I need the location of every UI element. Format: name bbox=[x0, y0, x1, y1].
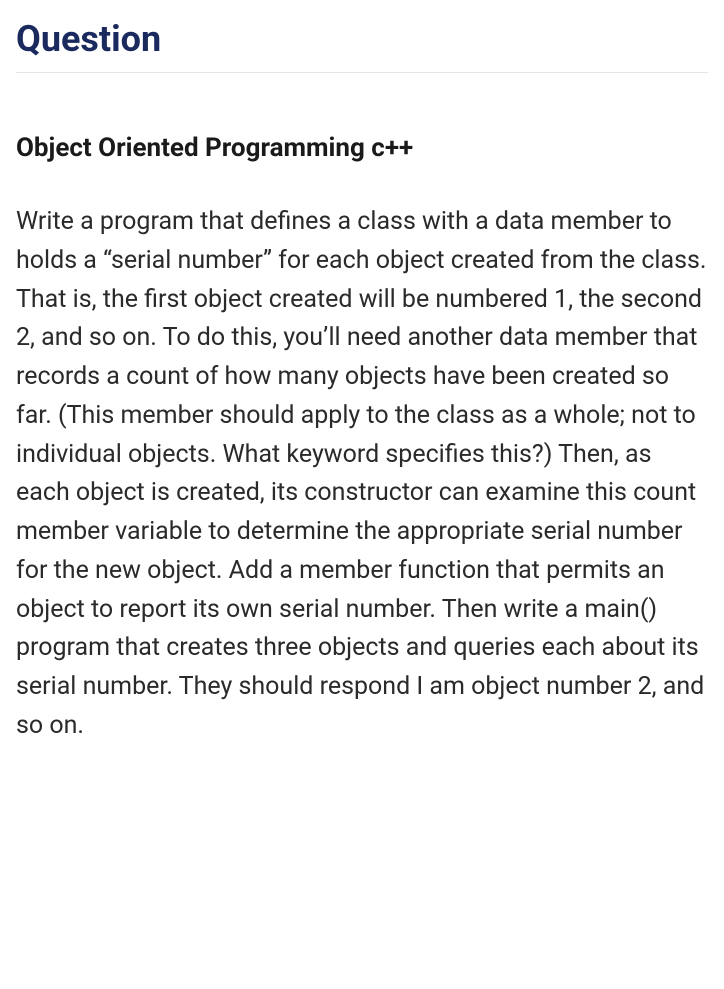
subject-title: Object Oriented Programming c++ bbox=[16, 133, 708, 163]
question-body-text: Write a program that defines a class wit… bbox=[16, 203, 708, 746]
section-divider bbox=[16, 72, 708, 73]
question-heading: Question bbox=[16, 18, 708, 60]
